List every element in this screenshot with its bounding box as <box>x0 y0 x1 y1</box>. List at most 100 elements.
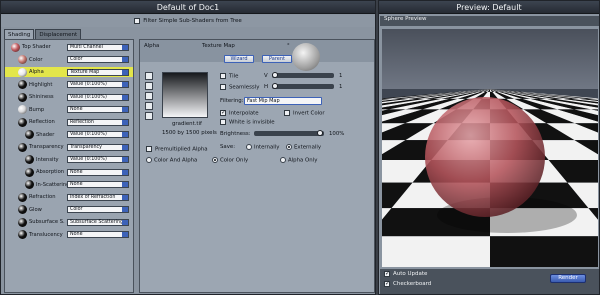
shader-tree-row[interactable]: Translucency None <box>5 230 133 240</box>
shader-tree-row[interactable]: Subsurface S. Subsurface Scattering <box>5 217 133 227</box>
shader-type-select[interactable]: None <box>67 168 129 176</box>
filter-checkbox[interactable] <box>134 18 141 24</box>
shader-type-select[interactable]: Subsurface Scattering <box>67 218 129 226</box>
open-texture-icon[interactable] <box>145 72 153 80</box>
h-slider[interactable] <box>272 83 334 89</box>
seamlessly-option: Seamlessly <box>220 84 259 91</box>
invert-color-option: Invert Color <box>284 110 325 117</box>
shader-tree-row[interactable]: Intensity Value (0:100%) <box>5 155 133 165</box>
detail-channel-label: Alpha <box>144 43 160 49</box>
shader-tree-row[interactable]: Reflection Reflection <box>5 117 133 127</box>
texture-name: gradient.tif <box>172 121 202 127</box>
channel-ball-icon <box>18 205 27 214</box>
shader-tree-row[interactable]: Alpha Texture Map <box>5 67 133 77</box>
alpha-only-option: Alpha Only <box>280 157 317 164</box>
shader-tree-row[interactable]: Glow Color <box>5 205 133 215</box>
shader-type-select[interactable]: Texture Map <box>67 68 129 76</box>
save-externally-radio[interactable] <box>286 144 292 150</box>
preview-titlebar[interactable]: Preview: Default <box>379 1 599 14</box>
shader-tree-row[interactable]: Transparency Transparency <box>5 142 133 152</box>
shader-type-select[interactable]: Value (0:100%) <box>67 156 129 163</box>
channel-ball-icon <box>25 155 34 164</box>
preview-footer: Auto Update Checkerboard Render <box>380 269 599 294</box>
shader-type-select[interactable]: Value (0:100%) <box>67 81 129 88</box>
white-invisible-option: White is invisible <box>220 119 275 126</box>
channel-ball-icon <box>18 55 27 64</box>
shader-tree-label: Subsurface S. <box>29 219 65 225</box>
shader-type-select[interactable]: None <box>67 231 129 238</box>
shader-type-select[interactable]: Multi Channel <box>67 43 129 51</box>
shader-type-select[interactable]: Color <box>67 206 129 213</box>
shader-tree-row[interactable]: Top Shader Multi Channel <box>5 42 133 52</box>
shader-tree-label: Transparency <box>29 144 64 150</box>
channel-ball-icon <box>18 80 27 89</box>
h-label: H <box>264 84 269 90</box>
shader-tree-label: Alpha <box>29 69 44 75</box>
shader-tree-row[interactable]: Color Color <box>5 55 133 65</box>
edit-texture-icon[interactable] <box>145 82 153 90</box>
save-texture-icon[interactable] <box>145 92 153 100</box>
filtering-select[interactable]: Fast Mip Map <box>244 97 322 105</box>
save-internally-radio[interactable] <box>246 144 252 150</box>
tab-displacement[interactable]: Displacement <box>35 29 82 39</box>
save-internally-option: Internally <box>246 144 279 151</box>
color-only-radio[interactable] <box>212 157 218 163</box>
premultiplied-checkbox[interactable] <box>146 146 152 152</box>
preview-subtitle: Sphere Preview <box>380 16 599 26</box>
shader-type-select[interactable]: Index of Refraction <box>67 193 129 201</box>
invert-color-checkbox[interactable] <box>284 110 290 116</box>
shader-editor-titlebar[interactable]: Default of Doc1 <box>1 1 375 14</box>
shader-type-select[interactable]: Value (0:100%) <box>67 93 129 101</box>
seamlessly-checkbox[interactable] <box>220 84 226 90</box>
shader-tree-row[interactable]: Refraction Index of Refraction <box>5 192 133 202</box>
channel-ball-icon <box>18 192 27 202</box>
render-button[interactable]: Render <box>550 274 586 283</box>
shader-editor-title: Default of Doc1 <box>156 2 220 12</box>
checker-tile <box>382 236 490 267</box>
tab-shading[interactable]: Shading <box>4 29 35 39</box>
h-slider-knob[interactable] <box>272 83 278 89</box>
parent-button[interactable]: Parent <box>262 55 292 63</box>
texture-size: 1500 by 1500 pixels <box>162 130 217 136</box>
shader-tree-label: Translucency <box>29 231 63 238</box>
shader-tree-label: Shininess <box>29 94 54 100</box>
v-slider[interactable] <box>272 72 334 78</box>
brightness-slider-knob[interactable] <box>317 130 323 136</box>
auto-update-option: Auto Update <box>384 270 427 277</box>
shader-tree-row[interactable]: Highlight Value (0:100%) <box>5 80 133 90</box>
texture-info-icon[interactable] <box>145 112 153 120</box>
shader-tree-label: Top Shader <box>22 44 51 50</box>
auto-update-checkbox[interactable] <box>384 270 390 277</box>
tile-checkbox[interactable] <box>220 73 226 79</box>
white-invisible-checkbox[interactable] <box>220 119 226 125</box>
color-and-alpha-radio[interactable] <box>146 157 152 163</box>
shader-type-select[interactable]: None <box>67 181 129 188</box>
shader-tree-row[interactable]: Bump None <box>5 105 133 115</box>
alpha-only-radio[interactable] <box>280 157 286 163</box>
interpolate-checkbox[interactable] <box>220 109 226 116</box>
clear-texture-icon[interactable] <box>145 102 153 110</box>
sphere-preview-viewport[interactable] <box>382 29 598 267</box>
shader-tree-label: Highlight <box>29 81 53 88</box>
shader-tree-label: In-Scattering <box>36 181 70 188</box>
shader-tree-row[interactable]: Absorption None <box>5 167 133 177</box>
filtering-label: Filtering: <box>220 98 244 104</box>
brightness-value: 100% <box>329 131 345 137</box>
wizard-button[interactable]: Wizard <box>224 55 254 63</box>
texture-thumbnail[interactable] <box>162 72 208 118</box>
shader-type-select[interactable]: Color <box>67 56 129 63</box>
shader-type-select[interactable]: None <box>67 106 129 113</box>
checkerboard-checkbox[interactable] <box>384 280 390 287</box>
shader-tree-row[interactable]: Shader Value (0:100%) <box>5 130 133 140</box>
shader-type-select[interactable]: Value (0:100%) <box>67 131 129 138</box>
channel-ball-icon <box>18 217 27 227</box>
shader-tree-row[interactable]: In-Scattering None <box>5 180 133 190</box>
v-slider-knob[interactable] <box>272 72 278 78</box>
brightness-slider[interactable] <box>254 130 324 136</box>
shader-tree-row[interactable]: Shininess Value (0:100%) <box>5 92 133 102</box>
shader-type-select[interactable]: Reflection <box>67 118 129 126</box>
channel-ball-icon <box>25 167 34 177</box>
channel-ball-icon <box>25 130 34 139</box>
channel-ball-icon <box>18 67 27 77</box>
shader-type-select[interactable]: Transparency <box>67 143 129 151</box>
